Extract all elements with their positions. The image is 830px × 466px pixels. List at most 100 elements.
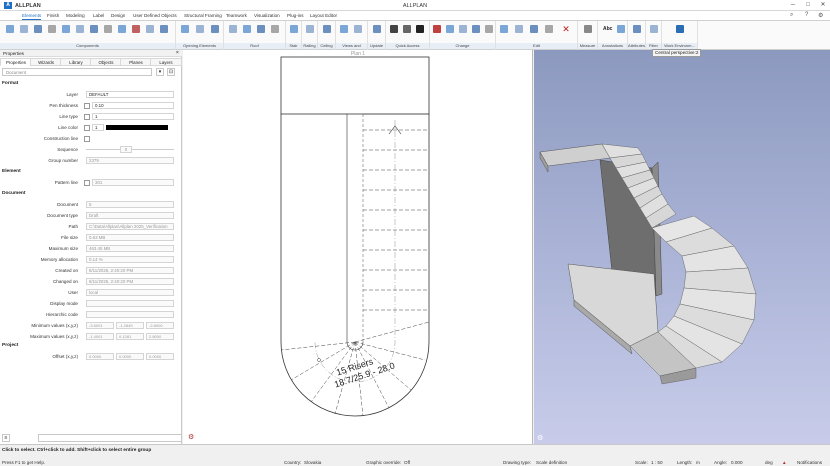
graphic-override-value[interactable]: Off	[404, 460, 410, 465]
delete-icon[interactable]: ✕	[562, 25, 570, 34]
skylight-icon[interactable]	[271, 25, 279, 33]
line-type-checkbox[interactable]	[84, 114, 90, 120]
maximize-button[interactable]: □	[801, 1, 815, 10]
annotation-text-icon[interactable]: Abc	[603, 26, 612, 32]
line-color-checkbox[interactable]	[84, 125, 90, 131]
railing-icon[interactable]	[306, 25, 314, 33]
section-project[interactable]: Project	[2, 343, 18, 348]
recess-icon[interactable]	[132, 25, 140, 33]
door-icon[interactable]	[196, 25, 204, 33]
angle-value[interactable]: 0.000	[731, 460, 743, 465]
close-panel-icon[interactable]: ×	[176, 50, 179, 56]
room-icon[interactable]	[90, 25, 98, 33]
stair-icon[interactable]	[290, 25, 298, 33]
tab-layers[interactable]: Layers	[150, 58, 182, 66]
update-icon[interactable]	[373, 25, 381, 33]
tab-wizards[interactable]: Wizards	[30, 58, 62, 66]
dormer-icon[interactable]	[243, 25, 251, 33]
section-element[interactable]: Element	[2, 169, 21, 174]
help-icon[interactable]: ?	[805, 12, 808, 18]
menu-plug-ins[interactable]: Plug-ins	[287, 13, 304, 18]
element-type-dropdown[interactable]: Document	[2, 68, 152, 76]
split-icon[interactable]	[530, 25, 538, 33]
roof-icon[interactable]	[229, 25, 237, 33]
chimney-icon[interactable]	[118, 25, 126, 33]
minimize-button[interactable]: ─	[786, 1, 800, 10]
country-value[interactable]: Slovakia	[304, 460, 321, 465]
roof-plane-icon[interactable]	[257, 25, 265, 33]
rotate-icon[interactable]	[472, 25, 480, 33]
viewport-navigation-icon[interactable]: ⚙	[537, 434, 543, 442]
strip-footing-icon[interactable]	[62, 25, 70, 33]
notifications-button[interactable]: Notifications	[797, 460, 822, 465]
downstand-icon[interactable]	[160, 25, 168, 33]
column-icon[interactable]	[20, 25, 28, 33]
drawing-type-value[interactable]: Scale definition	[536, 460, 567, 465]
pattern-line-checkbox[interactable]	[84, 180, 90, 186]
polyline-icon[interactable]	[403, 25, 411, 33]
menu-elements[interactable]: Elements	[22, 13, 42, 20]
line-color-dropdown[interactable]: 1	[92, 124, 104, 131]
menu-visualization[interactable]: Visualization	[254, 13, 280, 18]
tab-planes[interactable]: Planes	[120, 58, 152, 66]
layer-dropdown[interactable]: DEFAULT	[86, 91, 174, 98]
close-button[interactable]: ✕	[816, 1, 830, 10]
construction-line-checkbox[interactable]	[84, 136, 90, 142]
filter-selection-icon[interactable]: ▾	[156, 68, 164, 76]
angle-unit[interactable]: deg	[765, 460, 773, 465]
panel-bottom-input[interactable]	[38, 434, 182, 442]
tab-objects[interactable]: Objects	[90, 58, 122, 66]
pattern-line-dropdown[interactable]: 301	[92, 179, 174, 186]
tab-library[interactable]: Library	[60, 58, 92, 66]
scale-value[interactable]: 1 : 50	[651, 460, 663, 465]
copy-icon[interactable]	[446, 25, 454, 33]
menu-label[interactable]: Label	[93, 13, 104, 18]
length-value[interactable]: m	[696, 460, 700, 465]
join-icon[interactable]	[515, 25, 523, 33]
bell-icon[interactable]: ▲	[782, 460, 787, 465]
measure-icon[interactable]	[584, 25, 592, 33]
filter-icon[interactable]	[650, 25, 658, 33]
tab-properties[interactable]: Properties	[0, 58, 32, 66]
menu-finish[interactable]: Finish	[47, 13, 59, 18]
select-elements-icon[interactable]: ⊡	[167, 68, 175, 76]
upstand-icon[interactable]	[146, 25, 154, 33]
menu-modeling[interactable]: Modeling	[66, 13, 85, 18]
attributes-icon[interactable]	[633, 25, 641, 33]
menu-layout-editor[interactable]: Layout Editor	[310, 13, 337, 18]
mirror-icon[interactable]	[485, 25, 493, 33]
line-icon[interactable]	[390, 25, 398, 33]
dimension-icon[interactable]	[617, 25, 625, 33]
pen-thickness-dropdown[interactable]: 0.10	[92, 102, 174, 109]
search-icon[interactable]: ⌕	[790, 12, 793, 19]
view-icon[interactable]	[340, 25, 348, 33]
beam-icon[interactable]	[34, 25, 42, 33]
edit-icon[interactable]	[500, 25, 508, 33]
line-wall-icon[interactable]	[76, 25, 84, 33]
line-type-dropdown[interactable]: 1	[92, 113, 174, 120]
opening-icon[interactable]	[211, 25, 219, 33]
ceiling-icon[interactable]	[323, 25, 331, 33]
work-environment-icon[interactable]	[676, 25, 684, 33]
modify-icon[interactable]	[433, 25, 441, 33]
menu-user-defined-objects[interactable]: User Defined Objects	[133, 13, 177, 18]
pen-thickness-checkbox[interactable]	[84, 103, 90, 109]
stretch-icon[interactable]	[545, 25, 553, 33]
line-color-swatch[interactable]	[106, 125, 168, 130]
sequence-slider[interactable]: 0	[120, 146, 132, 153]
wall-icon[interactable]	[6, 25, 14, 33]
settings-icon[interactable]: ⚙	[818, 12, 823, 19]
move-icon[interactable]	[459, 25, 467, 33]
menu-design[interactable]: Design	[111, 13, 125, 18]
plan-viewport[interactable]: Plan 1 15 Risers 18.7/25.9 - 28.0 ⚙	[183, 50, 533, 444]
section-format[interactable]: Format	[2, 81, 18, 86]
slab-icon[interactable]	[48, 25, 56, 33]
floor-icon[interactable]	[104, 25, 112, 33]
perspective-viewport[interactable]: ⚙	[534, 50, 830, 444]
viewport-settings-icon[interactable]: ⚙	[188, 433, 194, 441]
text-icon[interactable]	[416, 25, 424, 33]
section-icon[interactable]	[354, 25, 362, 33]
display-mode-dropdown[interactable]	[86, 300, 174, 307]
panel-menu-icon[interactable]: ≡	[2, 434, 10, 442]
section-document[interactable]: Document	[2, 191, 25, 196]
